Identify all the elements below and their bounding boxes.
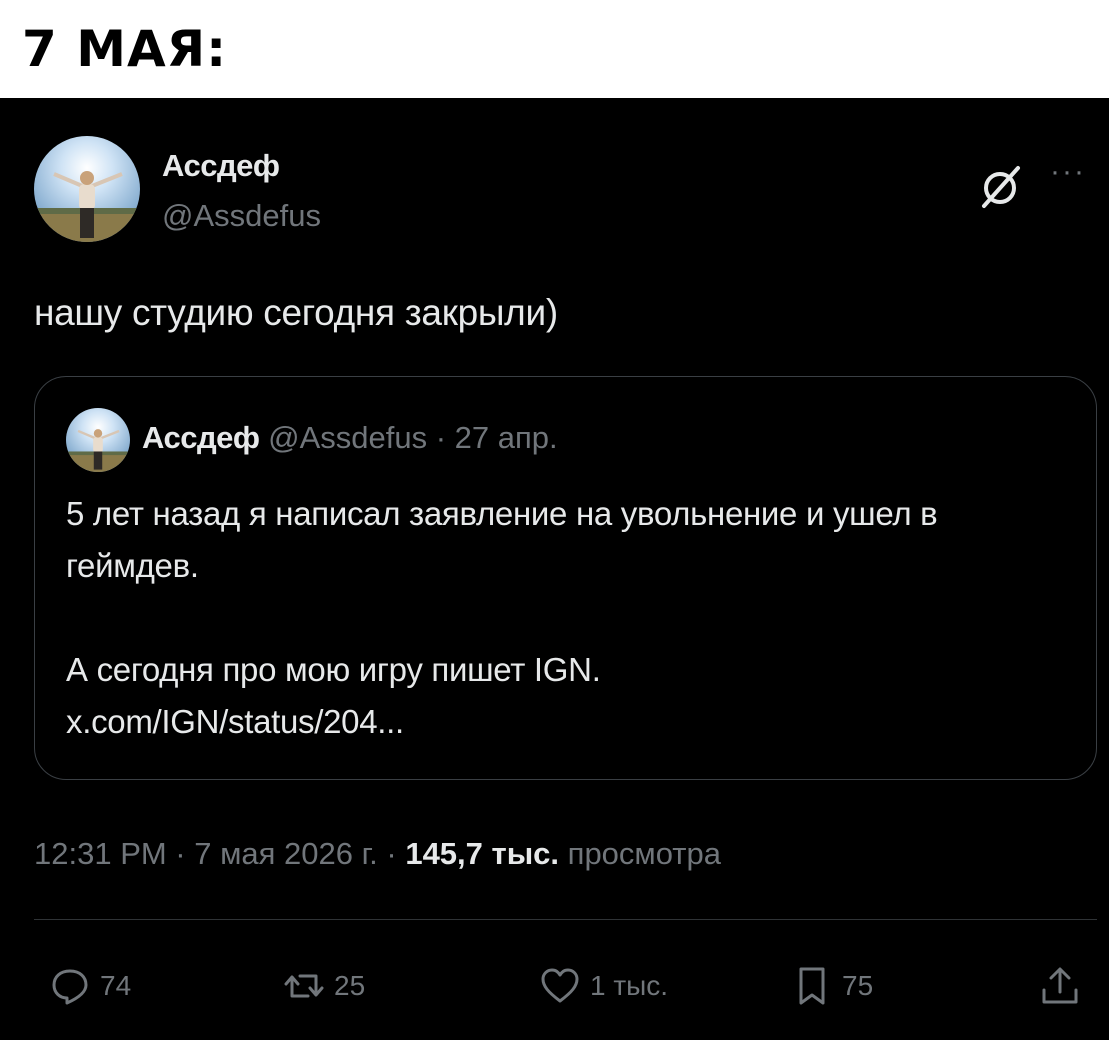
bookmark-icon xyxy=(799,967,825,1005)
author-handle[interactable]: @Assdefus xyxy=(162,198,321,234)
share-button[interactable] xyxy=(1040,966,1080,1006)
quote-body: 5 лет назад я написал заявление на уволь… xyxy=(66,488,1069,748)
bookmark-count: 75 xyxy=(842,970,874,1001)
share-icon xyxy=(1042,967,1078,1004)
quote-author-name[interactable]: Ассдеф xyxy=(142,420,260,455)
page-caption: 7 МАЯ: xyxy=(22,20,228,78)
like-button[interactable]: 1 тыс. xyxy=(540,966,668,1006)
divider xyxy=(34,919,1097,920)
bookmark-button[interactable]: 75 xyxy=(792,966,873,1006)
tweet-card[interactable]: Ассдеф @Assdefus ··· нашу студию сегодня… xyxy=(0,98,1109,1040)
quote-avatar[interactable] xyxy=(66,408,130,472)
reply-button[interactable]: 74 xyxy=(50,966,131,1006)
heart-icon xyxy=(541,968,579,1003)
quote-text-line1: 5 лет назад я написал заявление на уволь… xyxy=(66,495,938,584)
reply-count: 74 xyxy=(100,970,132,1001)
quote-meta: @Assdefus · 27 апр. xyxy=(268,420,558,455)
grok-icon[interactable] xyxy=(976,162,1028,212)
avatar[interactable] xyxy=(34,136,140,242)
timestamp[interactable]: 12:31 PM · 7 мая 2026 г. · xyxy=(34,836,397,871)
repost-icon xyxy=(284,974,324,998)
more-icon[interactable]: ··· xyxy=(1050,152,1086,192)
quote-text-line2: А сегодня про мою игру пишет IGN. xyxy=(66,651,601,688)
reply-icon xyxy=(52,969,88,1005)
like-count: 1 тыс. xyxy=(590,970,669,1001)
author-name[interactable]: Ассдеф xyxy=(162,148,280,184)
tweet-text: нашу студию сегодня закрыли) xyxy=(34,292,558,333)
tweet-meta: 12:31 PM · 7 мая 2026 г. · 145,7 тыс. пр… xyxy=(34,836,721,872)
views-label: просмотра xyxy=(567,836,721,871)
repost-count: 25 xyxy=(334,970,366,1001)
quote-header: Ассдеф @Assdefus · 27 апр. xyxy=(142,420,558,456)
quote-link[interactable]: x.com/IGN/status/204... xyxy=(66,696,1069,748)
views-count: 145,7 тыс. xyxy=(405,836,560,871)
repost-button[interactable]: 25 xyxy=(284,966,365,1006)
